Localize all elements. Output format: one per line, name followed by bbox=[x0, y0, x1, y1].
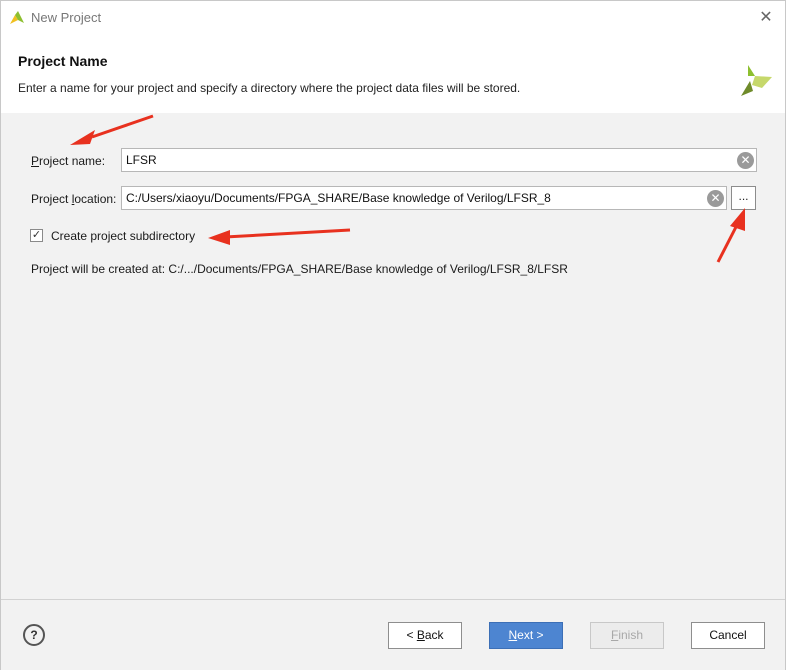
project-name-value: LFSR bbox=[126, 153, 157, 167]
page-title: Project Name bbox=[18, 53, 108, 69]
close-icon[interactable]: ✕ bbox=[755, 7, 777, 29]
page-header: Project Name Enter a name for your proje… bbox=[1, 35, 785, 113]
project-location-value: C:/Users/xiaoyu/Documents/FPGA_SHARE/Bas… bbox=[126, 191, 551, 205]
create-subdirectory-label[interactable]: Create project subdirectory bbox=[51, 229, 195, 243]
form-area: Project name: LFSR ✕ Project location: C… bbox=[1, 113, 785, 599]
title-bar: New Project ✕ bbox=[1, 1, 785, 35]
next-button[interactable]: Next > bbox=[489, 622, 563, 649]
vivado-logo-icon bbox=[10, 11, 24, 24]
xilinx-logo-icon bbox=[741, 65, 772, 96]
cancel-button[interactable]: Cancel bbox=[691, 622, 765, 649]
create-subdirectory-checkbox[interactable]: ✓ bbox=[30, 229, 43, 242]
new-project-dialog: New Project ✕ Project Name Enter a name … bbox=[0, 0, 786, 670]
window-title: New Project bbox=[31, 10, 102, 25]
footer-bar: ? < Back Next > Finish Cancel bbox=[1, 599, 785, 670]
back-button[interactable]: < Back bbox=[388, 622, 462, 649]
browse-button[interactable]: ... bbox=[731, 186, 756, 210]
created-at-text: Project will be created at: C:/.../Docum… bbox=[31, 262, 568, 276]
help-button[interactable]: ? bbox=[23, 624, 45, 646]
finish-button[interactable]: Finish bbox=[590, 622, 664, 649]
project-name-label: Project name: bbox=[31, 154, 106, 168]
clear-location-icon[interactable]: ✕ bbox=[707, 190, 724, 207]
clear-name-icon[interactable]: ✕ bbox=[737, 152, 754, 169]
project-location-label: Project location: bbox=[31, 192, 117, 206]
project-name-input[interactable]: LFSR ✕ bbox=[121, 148, 757, 172]
page-description: Enter a name for your project and specif… bbox=[18, 81, 521, 95]
project-location-input[interactable]: C:/Users/xiaoyu/Documents/FPGA_SHARE/Bas… bbox=[121, 186, 727, 210]
